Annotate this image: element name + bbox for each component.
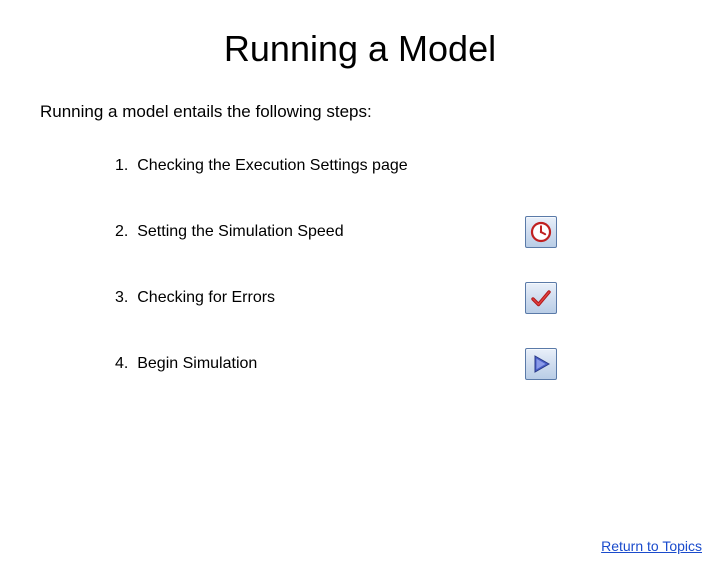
return-to-topics-link[interactable]: Return to Topics (601, 538, 702, 554)
step-label: Checking for Errors (137, 289, 275, 306)
step-row: 1. Checking the Execution Settings page (115, 150, 720, 182)
step-label: Checking the Execution Settings page (137, 157, 407, 174)
simulation-speed-button[interactable] (525, 216, 557, 248)
step-label: Setting the Simulation Speed (137, 223, 343, 240)
play-icon (530, 353, 552, 375)
check-icon (530, 287, 552, 309)
clock-icon (530, 221, 552, 243)
step-text: 4. Begin Simulation (115, 355, 525, 373)
step-row: 3. Checking for Errors (115, 282, 720, 314)
step-number: 1. (115, 157, 128, 174)
step-text: 2. Setting the Simulation Speed (115, 223, 525, 241)
steps-list: 1. Checking the Execution Settings page … (115, 150, 720, 380)
page-title: Running a Model (0, 28, 720, 70)
step-label: Begin Simulation (137, 355, 257, 372)
step-number: 4. (115, 355, 128, 372)
check-errors-button[interactable] (525, 282, 557, 314)
step-text: 3. Checking for Errors (115, 289, 525, 307)
step-number: 3. (115, 289, 128, 306)
step-row: 4. Begin Simulation (115, 348, 720, 380)
step-number: 2. (115, 223, 128, 240)
begin-simulation-button[interactable] (525, 348, 557, 380)
step-row: 2. Setting the Simulation Speed (115, 216, 720, 248)
step-text: 1. Checking the Execution Settings page (115, 157, 525, 175)
intro-text: Running a model entails the following st… (40, 102, 720, 122)
